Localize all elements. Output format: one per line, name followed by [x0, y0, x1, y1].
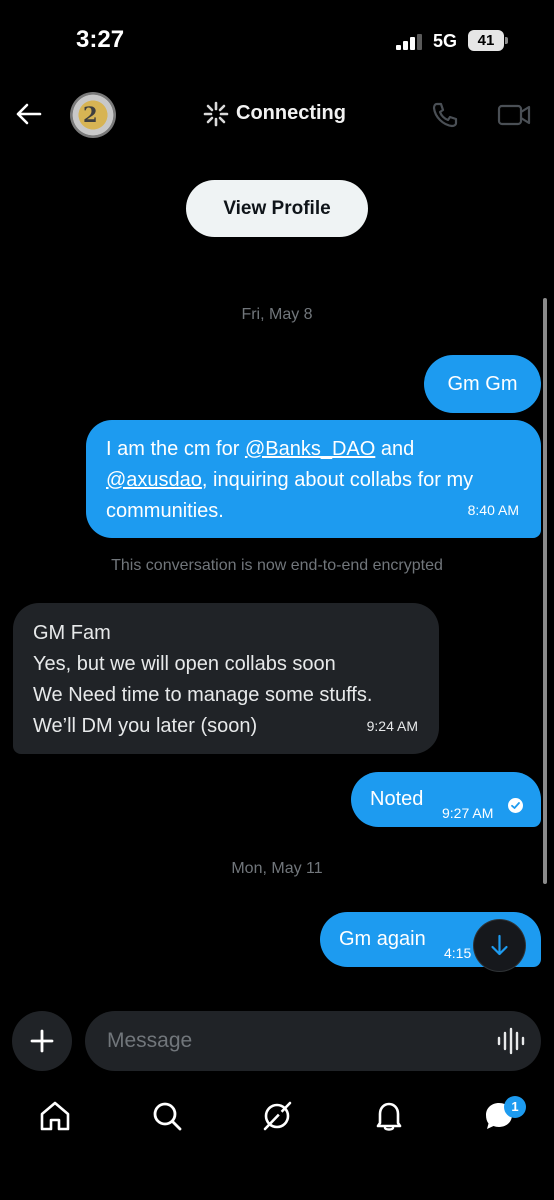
read-receipt-check-icon	[508, 798, 523, 813]
message-text: Gm Gm	[447, 373, 518, 395]
scroll-to-bottom-button[interactable]	[474, 920, 525, 971]
notifications-icon[interactable]	[372, 1099, 406, 1133]
message-bubble-incoming[interactable]: GM Fam Yes, but we will open collabs soo…	[13, 603, 439, 754]
search-icon[interactable]	[150, 1099, 184, 1133]
plus-icon	[30, 1029, 54, 1053]
avatar[interactable]: 2	[70, 92, 116, 138]
battery-nub	[505, 37, 508, 44]
signal-icon	[396, 34, 422, 50]
home-icon[interactable]	[38, 1099, 72, 1133]
video-call-icon[interactable]	[497, 100, 531, 130]
message-bubble-outgoing[interactable]: I am the cm for @Banks_DAO and @axusdao,…	[86, 420, 541, 538]
message-bubble-outgoing[interactable]: Noted 9:27 AM	[351, 772, 541, 827]
view-profile-button[interactable]: View Profile	[186, 180, 368, 237]
message-text: and	[375, 438, 415, 460]
message-timestamp: 9:24 AM	[366, 718, 418, 734]
message-timestamp: 9:27 AM	[442, 805, 494, 821]
message-line: We Need time to manage some stuffs.	[33, 684, 373, 706]
grok-icon[interactable]	[260, 1099, 294, 1133]
message-line: We’ll DM you later (soon)	[33, 715, 258, 737]
network-type: 5G	[433, 31, 458, 51]
message-text: , inquiring about collabs for my	[201, 469, 474, 491]
message-text: Noted	[370, 788, 424, 810]
message-text: Gm again	[339, 928, 426, 950]
status-time: 3:27	[76, 26, 125, 53]
date-separator-fri: Fri, May 8	[241, 306, 313, 323]
battery-icon: 41	[468, 30, 504, 51]
scrollbar[interactable]	[543, 298, 547, 884]
avatar-coin-number: 2	[83, 102, 98, 127]
add-attachment-button[interactable]	[12, 1011, 72, 1071]
message-line: GM Fam	[33, 622, 111, 644]
date-separator-mon: Mon, May 11	[231, 860, 323, 877]
message-line: Yes, but we will open collabs soon	[33, 653, 336, 675]
voice-message-icon[interactable]	[496, 1027, 526, 1055]
message-bubble-outgoing[interactable]: Gm Gm	[424, 355, 541, 413]
mention-link[interactable]: @Banks_DAO	[245, 438, 375, 460]
message-line: I am the cm for @Banks_DAO and	[106, 434, 523, 465]
message-line: communities.	[106, 500, 224, 522]
conversation-status-title: Connecting	[236, 102, 346, 124]
message-input[interactable]	[85, 1011, 541, 1071]
message-line: @axusdao, inquiring about collabs for my	[106, 465, 523, 496]
mention-link[interactable]: @axusdao	[106, 469, 202, 491]
message-timestamp: 8:40 AM	[467, 502, 519, 518]
message-timestamp: 4:15	[444, 945, 472, 961]
phone-icon[interactable]	[430, 100, 460, 130]
loading-spinner-icon	[203, 101, 229, 127]
arrow-down-icon	[491, 934, 508, 956]
encryption-notice: This conversation is now end-to-end encr…	[111, 557, 443, 574]
messages-unread-badge: 1	[504, 1096, 526, 1118]
message-text: I am the cm for	[106, 438, 245, 460]
back-arrow-icon[interactable]	[14, 100, 42, 128]
